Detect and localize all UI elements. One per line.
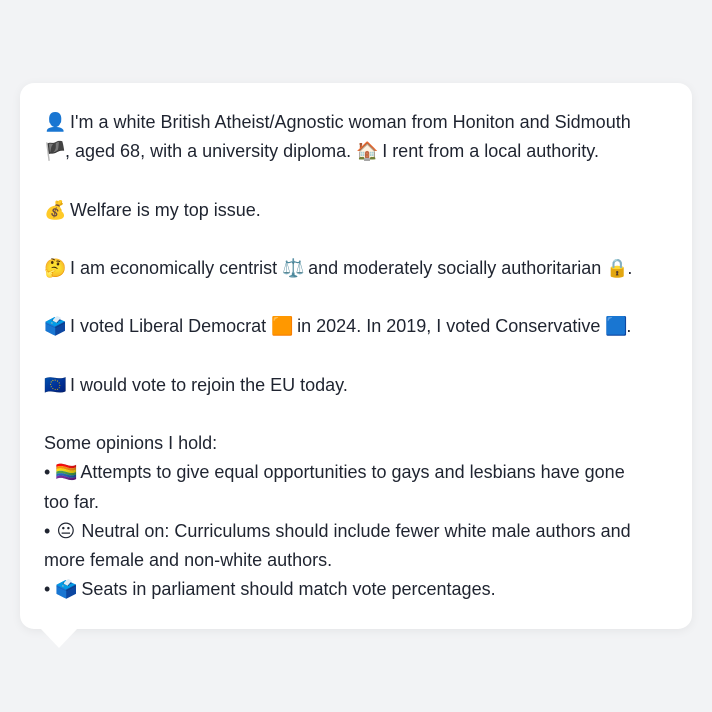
eu-flag-icon: 🇪🇺 (44, 374, 67, 396)
top-issue-paragraph: 💰 Welfare is my top issue. (44, 196, 668, 225)
balance-scale-icon: ⚖️ (282, 257, 305, 279)
opinion-item: • 🗳️ Seats in parliament should match vo… (44, 575, 668, 604)
identity-text-1: I'm a white British Atheist/Agnostic wom… (70, 112, 631, 132)
bullet: • (44, 579, 51, 600)
ballot-box-icon: 🗳️ (44, 316, 67, 338)
opinion-text: Neutral on: Curriculums should include f… (81, 520, 631, 541)
opinion-text-continued: too far. (44, 491, 100, 512)
ballot-box-icon: 🗳️ (55, 579, 78, 601)
lock-icon: 🔒 (606, 257, 629, 279)
opinions-heading: Some opinions I hold: (44, 433, 218, 454)
rainbow-flag-icon: 🏳️‍🌈 (55, 462, 78, 484)
identity-text-3: I rent from a local authority. (382, 141, 599, 162)
voting-text-2: in 2024. In 2019, I voted Conservative (297, 316, 601, 337)
opinion-text: Seats in parliament should match vote pe… (81, 579, 496, 600)
opinion-text: Attempts to give equal opportunities to … (80, 462, 625, 483)
opinions-section: Some opinions I hold: • 🏳️‍🌈 Attempts to… (44, 429, 668, 604)
money-bag-icon: 💰 (44, 199, 67, 221)
blue-square-icon: 🟦 (605, 316, 628, 338)
opinion-item: • 😐 Neutral on: Curriculums should inclu… (44, 517, 668, 546)
voting-period: . (626, 316, 632, 337)
person-icon: 👤 (44, 112, 67, 133)
thinking-face-icon: 🤔 (44, 257, 67, 279)
bullet: • (44, 462, 51, 483)
profile-message-card: 👤 I'm a white British Atheist/Agnostic w… (20, 83, 692, 629)
speech-bubble-tail (40, 628, 78, 648)
voting-text-1: I voted Liberal Democrat (70, 316, 267, 337)
top-issue-text: Welfare is my top issue. (70, 199, 261, 220)
england-flag-icon: 🏴 (44, 141, 67, 163)
house-icon: 🏠 (356, 141, 379, 163)
ideology-text-1: I am economically centrist (70, 257, 278, 278)
neutral-face-icon: 😐 (56, 520, 76, 542)
opinion-text-continued: more female and non-white authors. (44, 549, 333, 570)
eu-paragraph: 🇪🇺 I would vote to rejoin the EU today. (44, 371, 668, 400)
ideology-text-2: and moderately socially authoritarian (308, 257, 602, 278)
identity-text-2: , aged 68, with a university diploma. (65, 141, 352, 162)
ideology-period: . (627, 257, 633, 278)
opinion-item: • 🏳️‍🌈 Attempts to give equal opportunit… (44, 458, 668, 487)
orange-square-icon: 🟧 (271, 316, 294, 338)
bullet: • (44, 520, 51, 541)
ideology-paragraph: 🤔 I am economically centrist ⚖️ and mode… (44, 254, 668, 283)
identity-paragraph: 👤 I'm a white British Atheist/Agnostic w… (44, 108, 668, 166)
eu-text: I would vote to rejoin the EU today. (70, 374, 348, 395)
voting-history-paragraph: 🗳️ I voted Liberal Democrat 🟧 in 2024. I… (44, 312, 668, 341)
